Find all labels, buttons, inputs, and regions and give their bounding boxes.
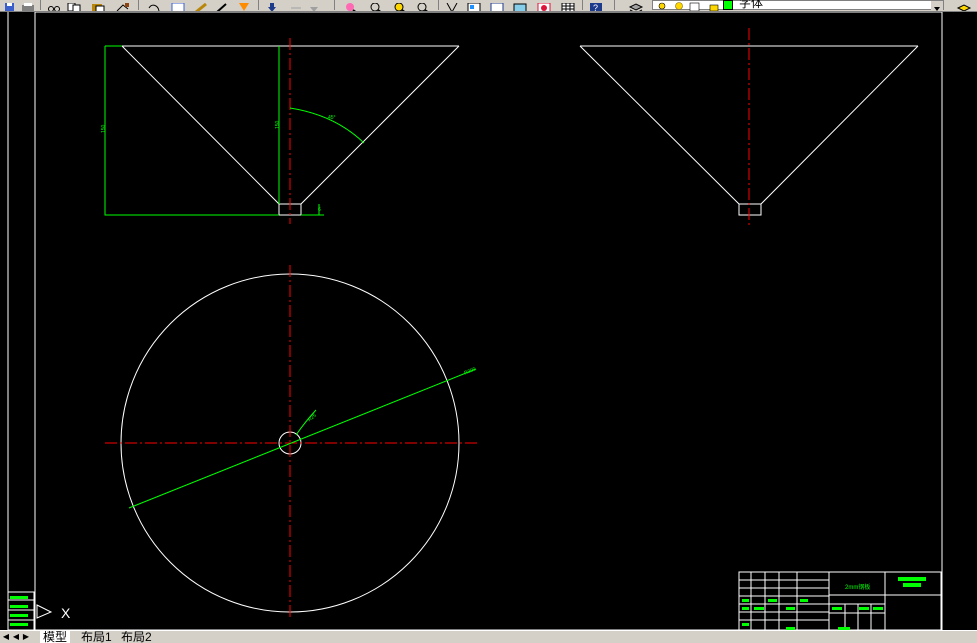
tool-palettes-icon[interactable] <box>489 0 505 11</box>
sun-icon[interactable] <box>673 0 685 11</box>
tab-layout2[interactable]: 布局2 <box>118 631 155 643</box>
zoom-in-icon[interactable] <box>392 0 408 11</box>
front-angle-arc <box>289 107 365 144</box>
toolbar-separator <box>614 0 615 10</box>
plan-radius-label: R300 <box>463 366 477 376</box>
front-dim-height-outer <box>104 46 279 216</box>
title-block-text-mark <box>903 583 921 587</box>
plan-radius-dim-line <box>128 368 477 509</box>
title-block-text-mark <box>754 607 764 610</box>
title-block-text-mark <box>742 607 749 610</box>
layer-dropdown[interactable]: 字体 <box>652 0 944 11</box>
zoom-out-icon[interactable] <box>415 0 431 11</box>
plan-hole-label: R25 <box>307 413 318 424</box>
toolbar-separator <box>258 0 259 10</box>
svg-text:?: ? <box>593 3 598 12</box>
paste-icon[interactable] <box>90 0 106 11</box>
redo-arrow-icon <box>288 0 304 10</box>
lock-icon[interactable] <box>709 0 721 11</box>
arrow-down-disabled-icon <box>306 0 322 11</box>
arrow-down-icon[interactable] <box>264 0 280 11</box>
title-block-text-mark <box>742 623 749 626</box>
side-view <box>579 28 919 226</box>
zoom-previous-icon[interactable] <box>368 0 384 11</box>
plan-view: R300 R25 <box>105 265 478 620</box>
copy-icon[interactable] <box>66 0 82 11</box>
tab-layout1[interactable]: 布局1 <box>78 631 115 643</box>
drawing-frame <box>34 12 943 630</box>
drawing-canvas[interactable]: 150 150 45° 6 R300 R25 2mm钢板 X <box>0 12 977 630</box>
title-block-text-mark <box>800 599 808 602</box>
left-marker-block <box>7 591 35 630</box>
toolbar-separator <box>582 0 583 10</box>
markup-icon[interactable] <box>536 0 552 11</box>
front-small-label: 6 <box>318 207 321 213</box>
layer-previous-icon[interactable] <box>956 0 972 11</box>
toolbar-separator <box>138 0 139 10</box>
title-block-text-mark <box>859 607 869 610</box>
side-outlet-rect <box>738 203 762 216</box>
redo-icon[interactable] <box>170 0 186 11</box>
marker-text <box>10 623 28 626</box>
ucs-icon: X <box>36 604 71 621</box>
front-inner-height-label: 150 <box>275 120 281 129</box>
marker-text <box>10 596 28 599</box>
ucs-x-label: X <box>61 605 71 621</box>
model-space-svg[interactable]: 150 150 45° 6 R300 R25 2mm钢板 X <box>0 12 977 630</box>
pencil-icon[interactable] <box>214 0 230 11</box>
tab-scroll-first-icon[interactable]: ◀ <box>11 632 21 642</box>
viewport-freeze-icon[interactable] <box>689 0 701 11</box>
marker-text <box>10 614 28 617</box>
properties-icon[interactable] <box>444 0 460 11</box>
layer-color-swatch <box>723 0 733 10</box>
design-center-icon[interactable] <box>466 0 482 11</box>
title-block-text-mark <box>873 607 883 610</box>
front-right-edge <box>300 45 460 215</box>
title-block-text-mark <box>742 599 749 602</box>
zoom-window-icon[interactable] <box>343 0 359 11</box>
print-icon[interactable] <box>20 0 36 11</box>
tab-scroll-last-icon[interactable]: ▶ <box>21 632 31 642</box>
title-block-text-mark <box>832 607 842 610</box>
undo-icon[interactable] <box>146 0 162 11</box>
pan-icon[interactable] <box>193 0 209 11</box>
standard-toolbar: ? 字体 <box>0 0 977 12</box>
zoom-realtime-icon[interactable] <box>236 0 252 11</box>
toolbar-separator <box>334 0 335 10</box>
title-block-text-mark <box>768 599 777 602</box>
toolbar-separator <box>40 0 41 10</box>
toolbar-separator <box>438 0 439 10</box>
front-height-label: 150 <box>101 124 107 133</box>
front-left-edge <box>121 45 280 215</box>
title-block-text-mark <box>898 577 926 581</box>
tab-scroll-left-icon[interactable]: ◀ <box>1 632 11 642</box>
title-block-title: 2mm钢板 <box>845 583 870 591</box>
help-icon[interactable]: ? <box>588 0 604 12</box>
layout-tabbar: ◀ ◀ ▶ 模型 布局1 布局2 <box>0 630 977 643</box>
ucs-arrow-icon <box>36 604 53 619</box>
match-properties-icon[interactable] <box>115 0 131 11</box>
front-view: 150 150 45° 6 <box>101 38 460 224</box>
sheet-set-icon[interactable] <box>512 0 528 11</box>
front-angle-label: 45° <box>328 115 336 121</box>
title-block-text-mark <box>786 607 795 610</box>
side-right-edge <box>760 45 919 205</box>
title-block: 2mm钢板 <box>738 571 942 630</box>
cut-icon[interactable] <box>46 0 62 11</box>
save-icon[interactable] <box>2 0 18 11</box>
marker-text <box>10 605 28 608</box>
lightbulb-icon[interactable] <box>657 0 667 11</box>
current-layer-name: 字体 <box>739 0 764 10</box>
layer-manager-icon[interactable] <box>628 0 644 11</box>
side-left-edge <box>579 45 740 205</box>
tab-model[interactable]: 模型 <box>40 631 71 643</box>
chevron-down-icon[interactable] <box>931 1 943 11</box>
table-icon[interactable] <box>560 0 576 11</box>
